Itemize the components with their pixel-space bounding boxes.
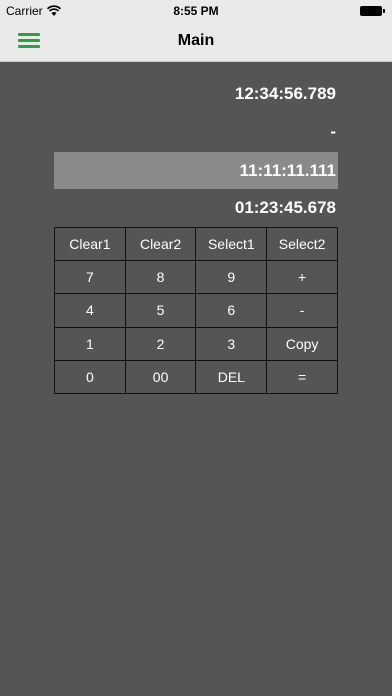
clear1-button[interactable]: Clear1 — [54, 226, 126, 262]
key-5-button[interactable]: 5 — [124, 293, 197, 328]
status-bar: Carrier 8:55 PM — [0, 0, 392, 22]
navigation-bar: Main — [0, 22, 392, 62]
battery-icon — [360, 6, 385, 16]
key-0-button[interactable]: 0 — [54, 359, 126, 395]
operator-display: - — [330, 122, 336, 141]
key-7-button[interactable]: 7 — [54, 260, 126, 295]
minus-button[interactable]: - — [266, 293, 338, 328]
select1-button[interactable]: Select1 — [195, 226, 268, 262]
copy-button[interactable]: Copy — [266, 326, 338, 361]
key-2-button[interactable]: 2 — [124, 326, 197, 361]
key-4-button[interactable]: 4 — [54, 293, 126, 328]
hamburger-menu-icon[interactable] — [18, 32, 40, 50]
key-6-button[interactable]: 6 — [195, 293, 268, 328]
select2-button[interactable]: Select2 — [266, 226, 338, 262]
key-3-button[interactable]: 3 — [195, 326, 268, 361]
time-value-1-display[interactable]: 12:34:56.789 — [54, 84, 338, 104]
equals-button[interactable]: = — [266, 359, 338, 395]
page-title: Main — [177, 32, 215, 49]
key-1-button[interactable]: 1 — [54, 326, 126, 361]
status-time: 8:55 PM — [173, 4, 219, 18]
time-value-2-display[interactable]: 11:11:11.111 — [54, 152, 338, 189]
key-00-button[interactable]: 00 — [124, 359, 197, 395]
delete-button[interactable]: DEL — [195, 359, 268, 395]
key-9-button[interactable]: 9 — [195, 260, 268, 295]
key-8-button[interactable]: 8 — [124, 260, 197, 295]
keypad: Clear1 Clear2 Select1 Select2 7 8 9 + 4 … — [54, 226, 338, 395]
clear2-button[interactable]: Clear2 — [124, 226, 197, 262]
plus-button[interactable]: + — [266, 260, 338, 295]
result-display[interactable]: 01:23:45.678 — [54, 198, 338, 218]
